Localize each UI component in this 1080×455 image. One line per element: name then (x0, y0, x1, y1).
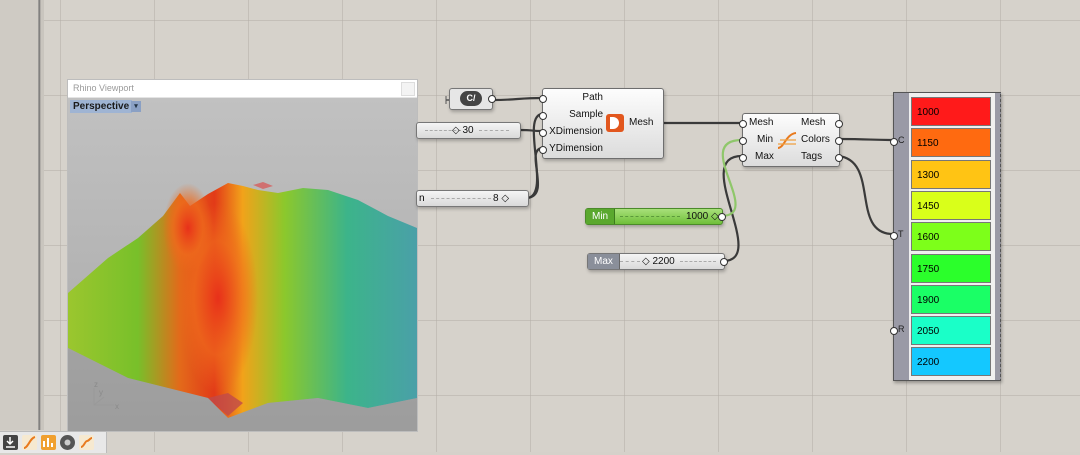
min-in-grip[interactable] (739, 137, 747, 145)
max-slider-value: ◇ 2200 (642, 256, 675, 267)
path-grip[interactable] (539, 95, 547, 103)
mesh-sample-icon (606, 114, 624, 132)
rhino-viewport[interactable]: Rhino Viewport Perspective ▾ z y x (67, 79, 418, 432)
xdimension-grip[interactable] (539, 129, 547, 137)
output-mesh: Mesh (801, 117, 826, 128)
terrain-mesh (68, 182, 417, 431)
gradient-swatch[interactable]: 1150 (911, 128, 991, 158)
min-slider-label: Min (586, 209, 616, 224)
output-mesh: Mesh (629, 117, 654, 128)
output-colors: Colors (801, 134, 830, 145)
min-slider[interactable]: Min 1000 ◇ (585, 208, 726, 225)
view-label-text: Perspective (73, 101, 130, 112)
ydim-slider[interactable]: n 8 ◇ (416, 190, 529, 207)
ydim-label-fragment: n (419, 193, 425, 204)
chart-icon[interactable] (41, 435, 56, 450)
input-min: Min (757, 134, 774, 145)
mesh-sample-component[interactable]: Path Sample XDimension YDimension Mesh (539, 88, 664, 159)
gradient-swatch[interactable]: 1750 (911, 253, 991, 283)
port-c: C (898, 135, 905, 145)
input-max: Max (755, 151, 774, 162)
curve-icon: C/ (460, 91, 482, 106)
sample-grip[interactable] (539, 112, 547, 120)
viewport-title: Rhino Viewport (73, 83, 134, 93)
curve-output-grip[interactable] (488, 95, 496, 103)
r-grip[interactable] (890, 327, 898, 335)
left-panel-edge (0, 0, 44, 430)
ydimension-grip[interactable] (539, 146, 547, 154)
download-icon[interactable] (3, 435, 18, 450)
c-grip[interactable] (890, 138, 898, 146)
view-label[interactable]: Perspective ▾ (70, 100, 141, 113)
gradient-swatch[interactable]: 2200 (911, 347, 991, 377)
gradient-curve-icon (777, 132, 797, 149)
tags-out-grip[interactable] (835, 154, 843, 162)
min-output-grip[interactable] (718, 213, 726, 221)
xdim-value: ◇ 30 (452, 125, 474, 136)
port-t: T (898, 229, 904, 239)
ydim-value: 8 ◇ (493, 193, 510, 204)
colors-out-grip[interactable] (835, 137, 843, 145)
curve-param-component[interactable]: C/ (449, 88, 496, 110)
port-r: R (898, 324, 905, 334)
gradient-swatch[interactable]: 2050 (911, 316, 991, 346)
gear-icon[interactable] (60, 435, 75, 450)
gradient-list-component[interactable]: C T R 1000 1150 1300 1450 1600 1750 1900 2050 22… (890, 92, 1004, 381)
viewport-close-button[interactable] (401, 82, 415, 96)
gradient-icon[interactable] (22, 435, 37, 450)
viewport-title-bar: Rhino Viewport (68, 80, 417, 98)
max-output-grip[interactable] (720, 258, 728, 266)
input-path: Path (582, 92, 603, 103)
max-in-grip[interactable] (739, 154, 747, 162)
axis-gizmo-icon (93, 388, 114, 406)
curve-icon[interactable] (79, 435, 94, 450)
input-mesh: Mesh (749, 117, 774, 128)
max-slider[interactable]: Max ◇ 2200 (587, 253, 728, 270)
gradient-swatch[interactable]: 1300 (911, 159, 991, 189)
gradient-swatch[interactable]: 1600 (911, 222, 991, 252)
output-tags: Tags (801, 151, 823, 162)
taskbar (0, 431, 107, 453)
input-sample: Sample (569, 109, 603, 120)
max-slider-label: Max (588, 254, 620, 269)
view-dropdown-icon[interactable]: ▾ (131, 101, 141, 112)
mesh-in-grip[interactable] (739, 120, 747, 128)
min-slider-value: 1000 ◇ (686, 211, 719, 222)
mesh-out-grip[interactable] (835, 120, 843, 128)
gradient-swatch[interactable]: 1900 (911, 284, 991, 314)
gradient-swatch[interactable]: 1450 (911, 190, 991, 220)
gradient-swatch[interactable]: 1000 (911, 97, 991, 126)
gradient-mesh-component[interactable]: Mesh Min Max Mesh Colors Tags (739, 113, 843, 167)
input-ydimension: YDimension (549, 143, 603, 154)
input-xdimension: XDimension (549, 126, 603, 137)
xdim-slider[interactable]: ◇ 30 (416, 122, 521, 139)
t-grip[interactable] (890, 232, 898, 240)
